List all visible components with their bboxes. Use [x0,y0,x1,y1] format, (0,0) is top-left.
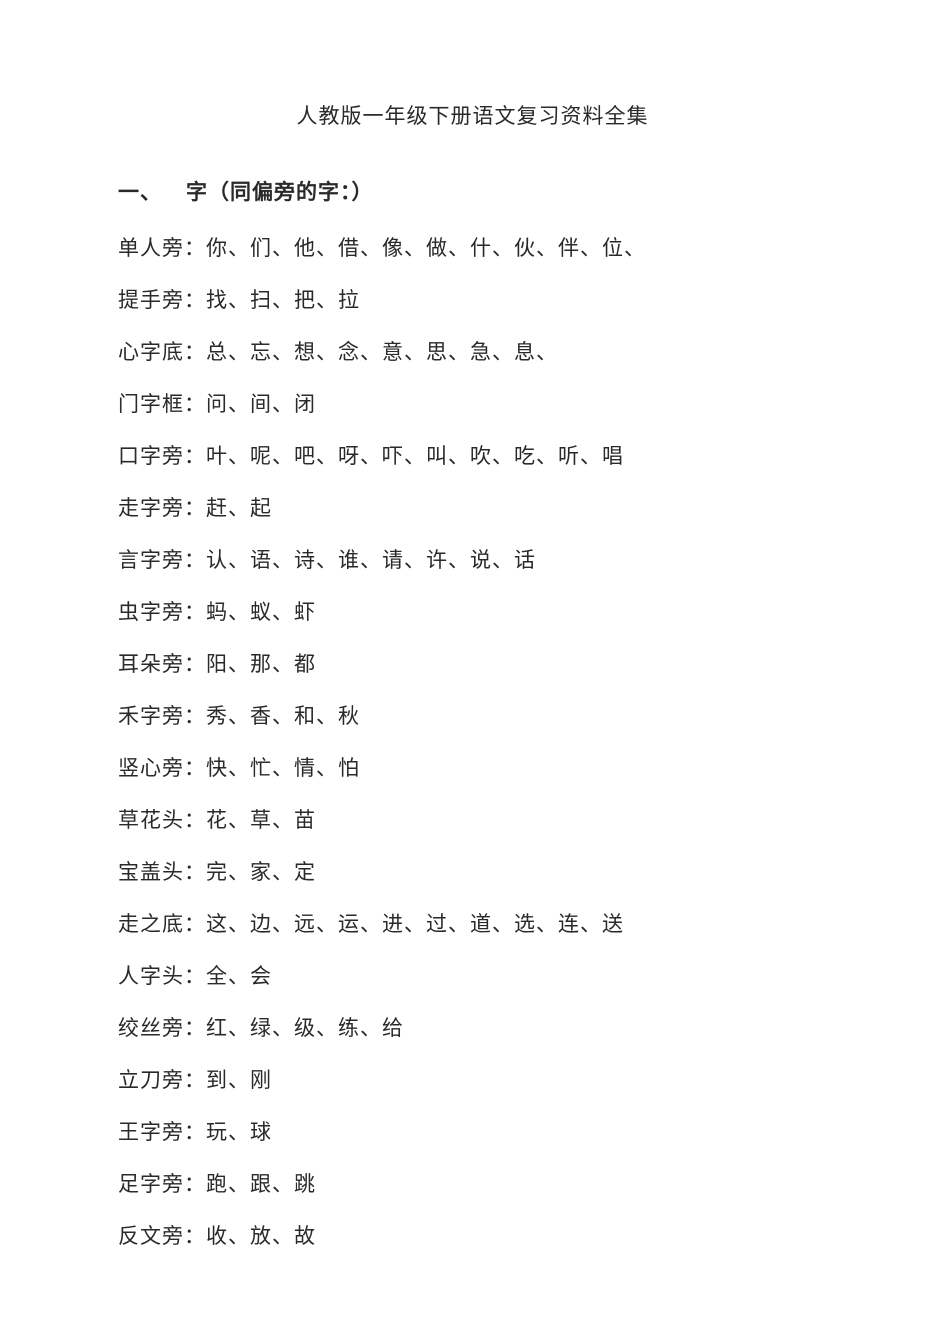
radical-label: 足字旁： [118,1172,206,1196]
radical-line: 王字旁：玩、球 [118,1122,827,1143]
radical-label: 心字底： [118,340,206,364]
radical-chars: 快、忙、情、怕 [206,756,360,780]
radical-line: 立刀旁：到、刚 [118,1070,827,1091]
radical-line: 草花头：花、草、苗 [118,810,827,831]
radical-label: 单人旁： [118,236,206,260]
radical-chars: 阳、那、都 [206,652,316,676]
radical-line: 言字旁：认、语、诗、谁、请、许、说、话 [118,550,827,571]
radical-chars: 完、家、定 [206,860,316,884]
radical-chars: 全、会 [206,964,272,988]
radical-chars: 这、边、远、运、进、过、道、选、连、送 [206,912,624,936]
radical-label: 虫字旁： [118,600,206,624]
radical-chars: 收、放、故 [206,1224,316,1248]
radical-chars: 找、扫、把、拉 [206,288,360,312]
radical-label: 门字框： [118,392,206,416]
radical-label: 走之底： [118,912,206,936]
radical-label: 反文旁： [118,1224,206,1248]
radical-label: 禾字旁： [118,704,206,728]
radical-label: 立刀旁： [118,1068,206,1092]
radical-label: 耳朵旁： [118,652,206,676]
radical-chars: 玩、球 [206,1120,272,1144]
radical-chars: 赶、起 [206,496,272,520]
radical-line: 足字旁：跑、跟、跳 [118,1174,827,1195]
radical-chars: 叶、呢、吧、呀、吓、叫、吹、吃、听、唱 [206,444,624,468]
radical-chars: 秀、香、和、秋 [206,704,360,728]
radical-line: 心字底：总、忘、想、念、意、思、急、息、 [118,342,827,363]
radical-line: 禾字旁：秀、香、和、秋 [118,706,827,727]
radical-chars: 跑、跟、跳 [206,1172,316,1196]
radical-label: 绞丝旁： [118,1016,206,1040]
radical-line: 口字旁：叶、呢、吧、呀、吓、叫、吹、吃、听、唱 [118,446,827,467]
radical-label: 草花头： [118,808,206,832]
radical-list: 单人旁：你、们、他、借、像、做、什、伙、伴、位、提手旁：找、扫、把、拉心字底：总… [118,238,827,1247]
radical-chars: 你、们、他、借、像、做、什、伙、伴、位、 [206,236,646,260]
radical-label: 言字旁： [118,548,206,572]
radical-line: 提手旁：找、扫、把、拉 [118,290,827,311]
radical-chars: 认、语、诗、谁、请、许、说、话 [206,548,536,572]
radical-label: 人字头： [118,964,206,988]
radical-label: 王字旁： [118,1120,206,1144]
radical-label: 竖心旁： [118,756,206,780]
radical-line: 耳朵旁：阳、那、都 [118,654,827,675]
section-number: 一、 [118,176,162,206]
radical-line: 单人旁：你、们、他、借、像、做、什、伙、伴、位、 [118,238,827,259]
radical-line: 虫字旁：蚂、蚁、虾 [118,602,827,623]
radical-chars: 蚂、蚁、虾 [206,600,316,624]
radical-label: 口字旁： [118,444,206,468]
radical-line: 人字头：全、会 [118,966,827,987]
radical-label: 走字旁： [118,496,206,520]
radical-line: 绞丝旁：红、绿、级、练、给 [118,1018,827,1039]
radical-label: 宝盖头： [118,860,206,884]
section-heading: 一、字（同偏旁的字：） [118,176,827,206]
radical-line: 走之底：这、边、远、运、进、过、道、选、连、送 [118,914,827,935]
radical-chars: 到、刚 [206,1068,272,1092]
radical-line: 门字框：问、间、闭 [118,394,827,415]
radical-chars: 问、间、闭 [206,392,316,416]
section-heading-text: 字（同偏旁的字：） [186,180,374,204]
radical-line: 宝盖头：完、家、定 [118,862,827,883]
radical-line: 走字旁：赶、起 [118,498,827,519]
radical-chars: 总、忘、想、念、意、思、急、息、 [206,340,558,364]
radical-chars: 红、绿、级、练、给 [206,1016,404,1040]
page-title: 人教版一年级下册语文复习资料全集 [118,100,827,130]
radical-line: 竖心旁：快、忙、情、怕 [118,758,827,779]
radical-chars: 花、草、苗 [206,808,316,832]
radical-label: 提手旁： [118,288,206,312]
radical-line: 反文旁：收、放、故 [118,1226,827,1247]
